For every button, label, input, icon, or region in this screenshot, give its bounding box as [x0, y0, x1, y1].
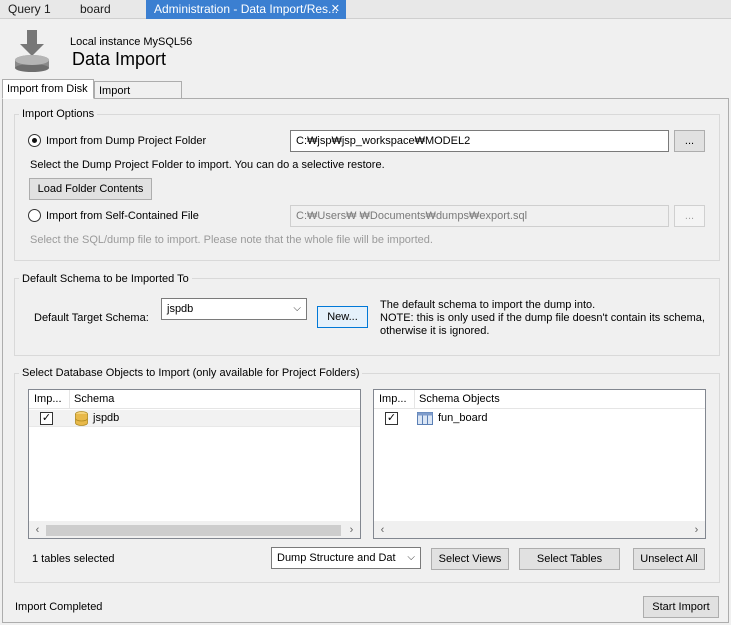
import-icon [14, 30, 50, 72]
object-row-checkbox[interactable]: ✓ [385, 412, 398, 425]
column-separator[interactable] [414, 390, 415, 409]
note-line: NOTE: this is only used if the dump file… [380, 312, 705, 324]
close-icon[interactable]: ✕ [331, 0, 340, 19]
self-contained-radio[interactable] [28, 209, 41, 222]
database-icon [75, 411, 88, 429]
scrollbar-thumb[interactable] [46, 525, 341, 536]
scroll-right-icon[interactable]: › [343, 522, 360, 539]
status-text: Import Completed [15, 601, 103, 613]
schema-list-header: Imp... Schema [29, 390, 360, 409]
column-import-header[interactable]: Imp... [34, 390, 62, 409]
doc-tab-board[interactable]: board [72, 0, 146, 19]
chevron-down-icon: ⌵ [293, 303, 301, 314]
db-objects-title: Select Database Objects to Import (only … [19, 367, 363, 379]
schema-objects-header: Imp... Schema Objects [374, 390, 705, 409]
schema-row-checkbox[interactable]: ✓ [40, 412, 53, 425]
start-import-button[interactable]: Start Import [643, 596, 719, 618]
doc-tab-label: Administration - Data Import/Res... [154, 2, 339, 16]
connection-subtitle: Local instance MySQL56 [70, 36, 193, 48]
tab-label: Import from Disk [7, 83, 88, 95]
browse-file-button[interactable]: ... [674, 205, 705, 227]
horizontal-scrollbar[interactable]: ‹ › [374, 521, 705, 538]
self-contained-label: Import from Self-Contained File [46, 210, 199, 222]
document-tab-bar: Query 1 board Administration - Data Impo… [0, 0, 731, 19]
new-schema-button[interactable]: New... [317, 306, 368, 328]
load-folder-contents-button[interactable]: Load Folder Contents [29, 178, 152, 200]
self-contained-path-field[interactable]: C:₩Users₩ ₩Documents₩dumps₩export.sql [290, 205, 669, 227]
dump-folder-help: Select the Dump Project Folder to import… [30, 159, 385, 171]
select-tables-button[interactable]: Select Tables [519, 548, 620, 570]
chevron-down-icon: ⌵ [407, 552, 415, 563]
target-schema-select[interactable]: jspdb ⌵ [161, 298, 307, 320]
import-options-title: Import Options [19, 108, 98, 120]
tables-selected-count: 1 tables selected [32, 553, 115, 565]
page-title: Data Import [72, 49, 167, 69]
target-schema-label: Default Target Schema: [34, 312, 149, 324]
schema-name: jspdb [93, 412, 120, 424]
select-views-button[interactable]: Select Views [431, 548, 509, 570]
dump-folder-label: Import from Dump Project Folder [46, 135, 207, 147]
note-line: The default schema to import the dump in… [380, 299, 596, 311]
schema-list[interactable]: Imp... Schema ✓ jspdb ‹ › [28, 389, 361, 539]
doc-tab-label: board [80, 2, 111, 16]
table-icon [417, 412, 433, 428]
doc-tab-query-1[interactable]: Query 1 [0, 0, 72, 19]
dump-folder-radio[interactable] [28, 134, 41, 147]
scroll-left-icon[interactable]: ‹ [374, 522, 391, 539]
column-separator[interactable] [69, 390, 70, 409]
browse-folder-button[interactable]: ... [674, 130, 705, 152]
default-schema-note: The default schema to import the dump in… [380, 299, 705, 338]
scroll-right-icon[interactable]: › [688, 522, 705, 539]
self-contained-help: Select the SQL/dump file to import. Plea… [30, 234, 433, 246]
dump-mode-value: Dump Structure and Dat [277, 552, 396, 564]
table-row[interactable]: ✓ fun_board [374, 410, 705, 427]
column-schema-objects-header[interactable]: Schema Objects [419, 390, 500, 409]
target-schema-value: jspdb [167, 303, 194, 315]
tab-import-from-disk[interactable]: Import from Disk [2, 79, 94, 99]
schema-objects-list[interactable]: Imp... Schema Objects ✓ fun_board ‹ › [373, 389, 706, 539]
dump-mode-select[interactable]: Dump Structure and Dat ⌵ [271, 547, 421, 569]
table-row[interactable]: ✓ jspdb [29, 410, 360, 427]
scroll-left-icon[interactable]: ‹ [29, 522, 46, 539]
default-schema-title: Default Schema to be Imported To [19, 273, 192, 285]
note-line: otherwise it is ignored. [380, 325, 490, 337]
dump-folder-path-field[interactable]: C:₩jsp₩jsp_workspace₩MODEL2 [290, 130, 669, 152]
object-name: fun_board [438, 412, 488, 424]
doc-tab-label: Query 1 [8, 2, 51, 16]
unselect-all-button[interactable]: Unselect All [633, 548, 705, 570]
column-import-header[interactable]: Imp... [379, 390, 407, 409]
column-schema-header[interactable]: Schema [74, 390, 114, 409]
horizontal-scrollbar[interactable]: ‹ › [29, 521, 360, 538]
tab-import-progress[interactable]: Import Progress [94, 81, 182, 115]
doc-tab-administration[interactable]: Administration - Data Import/Res... ✕ [146, 0, 346, 19]
